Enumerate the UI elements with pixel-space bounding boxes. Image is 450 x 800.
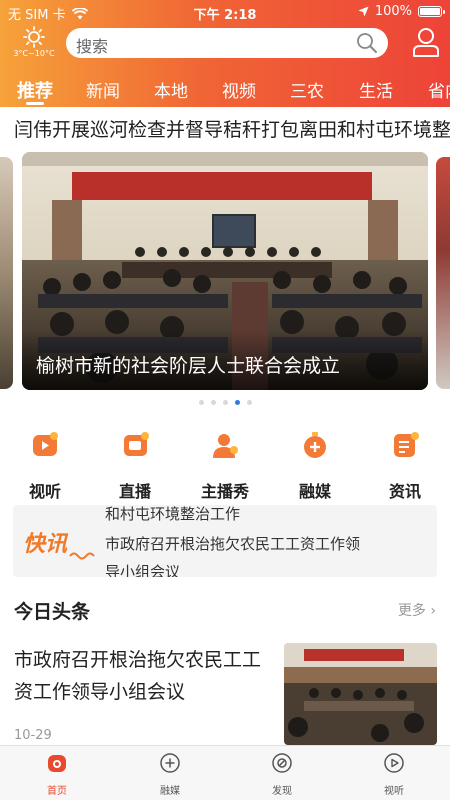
more-link[interactable]: 更多 › xyxy=(398,600,436,620)
home-icon xyxy=(48,755,66,772)
tab-province[interactable]: 省内 xyxy=(428,77,450,102)
quick-link-label: 直播 xyxy=(118,482,151,501)
flash-line-prev: 和村屯环境整治工作 xyxy=(105,505,241,523)
carousel-prev-slide[interactable] xyxy=(0,157,13,389)
carousel-caption: 榆树市新的社会阶层人士联合会成立 xyxy=(36,355,341,377)
carousel-slide[interactable]: 榆树市新的社会阶层人士联合会成立 xyxy=(22,152,428,390)
headline-date: 10-29 xyxy=(14,728,52,743)
nav-label: 融媒 xyxy=(160,786,180,797)
flash-logo: 快讯 xyxy=(23,532,68,557)
quick-link-label: 视听 xyxy=(28,482,61,501)
category-tabs: 推荐 新闻 本地 视频 三农 生活 省内 xyxy=(0,72,450,107)
search-input[interactable]: 搜索 xyxy=(76,33,108,57)
carousel-dot[interactable] xyxy=(222,400,228,405)
carousel-next-slide[interactable] xyxy=(436,157,450,389)
tab-video[interactable]: 视频 xyxy=(222,77,256,102)
meeting-thumbnail xyxy=(284,643,437,745)
section-title: 今日头条 xyxy=(14,601,91,623)
quick-link-label: 融媒 xyxy=(298,482,331,501)
info-doc-icon xyxy=(394,432,419,457)
tab-recommend[interactable]: 推荐 xyxy=(17,77,53,103)
compass-icon xyxy=(272,753,292,773)
search-icon[interactable] xyxy=(356,32,378,54)
nav-label: 首页 xyxy=(47,786,67,797)
weather-temp: 3°C~10°C xyxy=(13,49,55,58)
status-icons: 100% xyxy=(358,4,445,19)
play-icon xyxy=(33,432,58,456)
tab-news[interactable]: 新闻 xyxy=(86,77,120,102)
carousel-dot[interactable] xyxy=(246,400,252,405)
user-profile-icon[interactable] xyxy=(412,26,440,58)
bottom-nav: 首页 融媒 发现 视听 xyxy=(0,745,450,800)
status-bar: 无 SIM 卡 下午 2:18 100% xyxy=(0,0,450,24)
nav-audiovisual[interactable]: 视听 xyxy=(364,752,424,797)
quick-link-label: 主播秀 xyxy=(200,482,249,501)
quick-link-info[interactable]: 资讯 xyxy=(370,428,440,502)
battery-percent: 100% xyxy=(374,4,412,19)
quick-links: 视听 直播 主播秀 融媒 资讯 xyxy=(0,428,450,503)
tab-local[interactable]: 本地 xyxy=(154,77,188,102)
news-ticker[interactable]: 闫伟开展巡河检查并督导秸秆打包离田和村屯环境整治工作 xyxy=(0,107,450,147)
headline-title[interactable]: 市政府召开根治拖欠农民工工资工作领导小组会议 xyxy=(14,644,266,708)
headline-thumbnail[interactable] xyxy=(284,643,437,745)
carousel-dot[interactable] xyxy=(210,400,216,405)
quick-link-media[interactable]: 融媒 xyxy=(280,428,350,502)
flash-line-next: 导小组会议 xyxy=(105,563,181,577)
nav-label: 视听 xyxy=(384,786,404,797)
play-circle-icon xyxy=(384,753,404,773)
nav-home[interactable]: 首页 xyxy=(27,752,87,797)
flash-news[interactable]: 快讯 和村屯环境整治工作 市政府召开根治拖欠农民工工资工作领 导小组会议 xyxy=(13,505,437,577)
search-bar[interactable]: 搜索 xyxy=(66,28,388,58)
tab-life[interactable]: 生活 xyxy=(359,77,393,102)
location-arrow-icon xyxy=(358,6,369,17)
sun-icon xyxy=(23,26,45,48)
nav-media[interactable]: 融媒 xyxy=(140,752,200,797)
battery-icon xyxy=(418,6,445,17)
live-icon xyxy=(124,432,149,456)
plus-circle-icon xyxy=(160,753,180,773)
tab-agriculture[interactable]: 三农 xyxy=(290,77,324,102)
quick-link-live[interactable]: 直播 xyxy=(100,428,170,502)
quick-link-anchor-show[interactable]: 主播秀 xyxy=(190,428,260,502)
nav-discover[interactable]: 发现 xyxy=(252,752,312,797)
carousel-dot-active[interactable] xyxy=(234,400,240,405)
quick-link-audiovisual[interactable]: 视听 xyxy=(10,428,80,502)
media-plus-icon xyxy=(304,432,326,458)
app-header: 无 SIM 卡 下午 2:18 100% 3°C~10°C 搜索 推荐 新闻 本… xyxy=(0,0,450,107)
active-tab-indicator xyxy=(26,102,44,105)
carousel-dot[interactable] xyxy=(198,400,204,405)
weather-widget[interactable]: 3°C~10°C xyxy=(8,26,60,58)
quick-link-label: 资讯 xyxy=(388,482,421,501)
ticker-text: 闫伟开展巡河检查并督导秸秆打包离田和村屯环境整治工作 xyxy=(14,119,450,141)
anchor-icon xyxy=(213,434,238,458)
carousel-indicator xyxy=(0,400,450,405)
flash-line-current: 市政府召开根治拖欠农民工工资工作领 xyxy=(105,535,361,553)
nav-label: 发现 xyxy=(272,786,292,797)
flash-wave-icon xyxy=(69,552,95,560)
